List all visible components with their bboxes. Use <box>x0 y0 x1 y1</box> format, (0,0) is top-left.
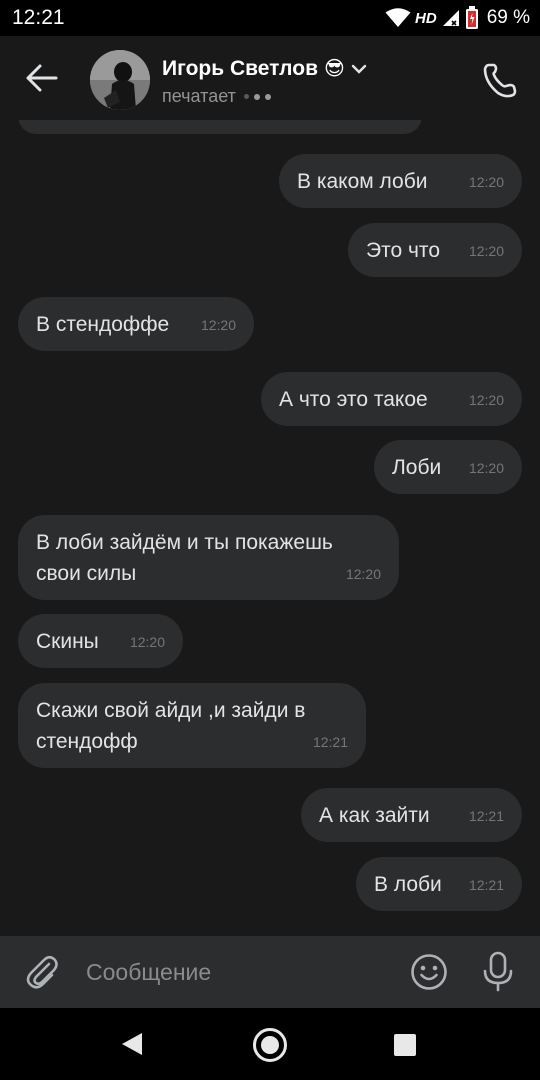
message-text-line: В лоби зайдём и ты покажешь <box>36 531 333 554</box>
battery-icon <box>465 6 478 29</box>
avatar[interactable] <box>90 50 150 110</box>
message-input[interactable] <box>86 956 386 988</box>
message-text: Скины <box>36 630 99 653</box>
message-time: 12:19 <box>369 120 404 130</box>
message-text: Лоби <box>392 456 442 479</box>
chat-header: Игорь Светлов 😎 печатает <box>0 36 540 120</box>
typing-indicator <box>243 93 271 100</box>
message-bubble-incoming[interactable]: Скины 12:20 <box>18 614 183 668</box>
status-time: 12:21 <box>12 6 65 29</box>
message-bubble-outgoing[interactable]: Это что 12:20 <box>348 223 522 277</box>
contact-emoji: 😎 <box>323 58 345 80</box>
paperclip-icon[interactable] <box>22 952 62 992</box>
status-indicators: HD 69 % <box>385 5 530 31</box>
triangle-back-icon[interactable] <box>118 1030 146 1058</box>
message-time: 12:20 <box>468 243 504 259</box>
message-time: 12:20 <box>129 634 165 650</box>
typing-status: печатает <box>162 86 236 106</box>
message-time: 12:20 <box>345 566 381 582</box>
contact-name-row[interactable]: Игорь Светлов 😎 <box>162 56 367 81</box>
message-time: 12:21 <box>468 877 504 893</box>
message-text: А что это такое <box>279 388 428 411</box>
wifi-icon <box>385 8 411 27</box>
message-text-line: стендофф <box>36 730 138 753</box>
circle-home-icon[interactable] <box>252 1027 288 1063</box>
message-time: 12:20 <box>468 392 504 408</box>
message-bubble-incoming[interactable]: Скажи свой айди ,и зайди в стендофф 12:2… <box>18 683 366 768</box>
message-bubble-outgoing[interactable]: А что это такое 12:20 <box>261 372 522 426</box>
message-bubble-incoming[interactable]: В стендоффе 12:20 <box>18 297 254 351</box>
phone-icon[interactable] <box>480 60 520 100</box>
arrow-left-icon[interactable] <box>22 60 62 96</box>
message-time: 12:20 <box>468 174 504 190</box>
message-text-line: свои силы <box>36 562 137 585</box>
network-type-label: HD <box>415 9 437 27</box>
contact-name: Игорь Светлов <box>162 56 318 80</box>
smile-icon[interactable] <box>409 952 449 992</box>
microphone-icon[interactable] <box>478 950 518 994</box>
message-list[interactable]: 12:19 В каком лоби 12:20 Это что 12:20 В… <box>0 120 540 936</box>
message-time: 12:20 <box>468 460 504 476</box>
battery-percent: 69 % <box>486 7 530 28</box>
message-text: В лоби <box>374 873 442 896</box>
message-text: Это что <box>366 239 440 262</box>
chevron-down-icon <box>351 64 367 74</box>
android-navigation-bar <box>0 1008 540 1080</box>
message-bubble-outgoing[interactable]: В лоби 12:21 <box>356 857 522 911</box>
avatar-image <box>90 50 150 110</box>
message-bubble-incoming[interactable]: 12:19 <box>18 120 422 134</box>
message-bubble-outgoing[interactable]: А как зайти 12:21 <box>301 788 522 842</box>
message-time: 12:20 <box>200 317 236 333</box>
message-text: В каком лоби <box>297 170 428 193</box>
message-time: 12:21 <box>312 734 348 750</box>
message-text-line: Скажи свой айди ,и зайди в <box>36 699 306 722</box>
square-recents-icon[interactable] <box>394 1034 416 1056</box>
message-time: 12:21 <box>468 808 504 824</box>
message-bubble-incoming[interactable]: В лоби зайдём и ты покажешь свои силы 12… <box>18 515 399 600</box>
contact-status: печатает <box>162 86 271 107</box>
message-text: В стендоффе <box>36 313 170 336</box>
signal-icon <box>442 10 459 26</box>
message-bubble-outgoing[interactable]: Лоби 12:20 <box>374 440 522 494</box>
message-bubble-outgoing[interactable]: В каком лоби 12:20 <box>279 154 522 208</box>
message-composer <box>0 936 540 1008</box>
message-text: А как зайти <box>319 804 430 827</box>
status-bar: 12:21 HD 69 % <box>0 0 540 36</box>
